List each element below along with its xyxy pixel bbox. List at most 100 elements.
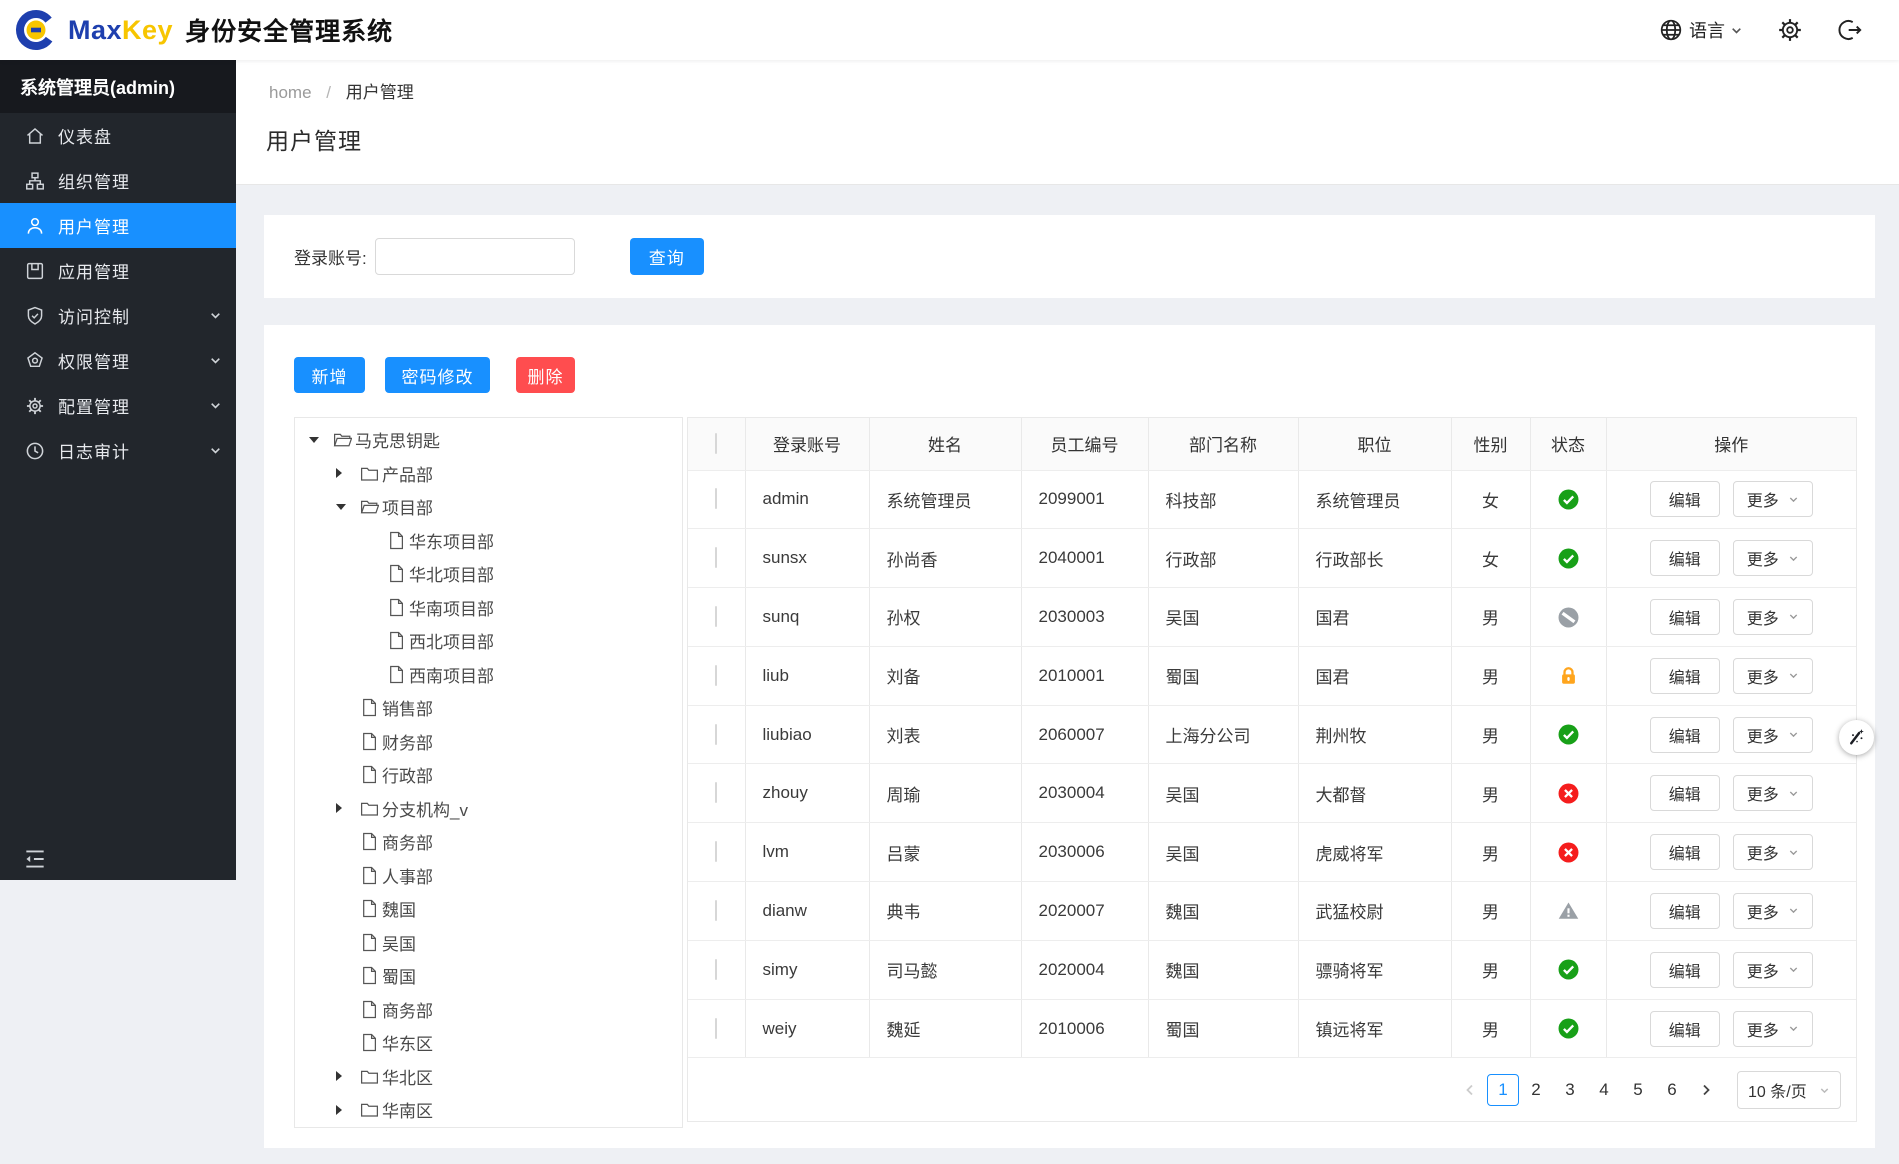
row-checkbox[interactable] bbox=[715, 1017, 718, 1039]
edit-button[interactable]: 编辑 bbox=[1649, 892, 1720, 929]
add-button[interactable]: 新增 bbox=[294, 357, 365, 393]
more-button[interactable]: 更多 bbox=[1732, 540, 1813, 577]
main-panel: 新增 密码修改 删除 马克思钥匙产品部 项目部华东项目部华北项目部 华南项目部 西北项… bbox=[264, 325, 1875, 1148]
tree-collapsed-arrow-icon[interactable] bbox=[336, 1071, 342, 1082]
magic-wand-button[interactable] bbox=[1839, 720, 1874, 755]
tree-item-label: 蜀国 bbox=[382, 968, 416, 988]
tree-item[interactable]: 西南项目部 bbox=[295, 658, 682, 692]
tree-item[interactable]: 商务部 bbox=[295, 825, 682, 859]
page-number-1[interactable]: 1 bbox=[1487, 1074, 1519, 1106]
sidebar-item-users[interactable]: 用户管理 bbox=[0, 203, 236, 248]
breadcrumb-home[interactable]: home bbox=[269, 83, 312, 102]
tree-item[interactable]: 西北项目部 bbox=[295, 624, 682, 658]
edit-button[interactable]: 编辑 bbox=[1649, 775, 1720, 812]
tree-item[interactable]: 产品部 bbox=[295, 457, 682, 491]
page-number-2[interactable]: 2 bbox=[1530, 1080, 1542, 1100]
tree-collapsed-arrow-icon[interactable] bbox=[336, 468, 342, 479]
file-icon bbox=[387, 631, 406, 650]
tree-item[interactable]: 华东项目部 bbox=[295, 524, 682, 558]
row-checkbox[interactable] bbox=[715, 664, 718, 686]
edit-button[interactable]: 编辑 bbox=[1649, 951, 1720, 988]
folder-icon bbox=[360, 1100, 379, 1119]
row-checkbox[interactable] bbox=[715, 782, 718, 804]
tree-expanded-arrow-icon[interactable] bbox=[309, 436, 319, 443]
edit-button[interactable]: 编辑 bbox=[1649, 598, 1720, 635]
sidebar-item-org[interactable]: 组织管理 bbox=[0, 158, 236, 203]
edit-button[interactable]: 编辑 bbox=[1649, 540, 1720, 577]
tree-collapsed-arrow-icon[interactable] bbox=[336, 1104, 342, 1115]
edit-button[interactable]: 编辑 bbox=[1649, 481, 1720, 518]
row-checkbox[interactable] bbox=[715, 958, 718, 980]
cell-dept: 吴国 bbox=[1148, 763, 1299, 824]
sidebar-item-access[interactable]: 访问控制 bbox=[0, 293, 236, 338]
tree-item[interactable]: 吴国 bbox=[295, 926, 682, 960]
sidebar-item-dashboard[interactable]: 仪表盘 bbox=[0, 113, 236, 158]
page-size-select[interactable]: 10 条/页 bbox=[1737, 1071, 1841, 1109]
tree-item[interactable]: 项目部 bbox=[295, 490, 682, 524]
tree-item[interactable]: 人事部 bbox=[295, 859, 682, 893]
table-row: liub 刘备 2010001 蜀国 国君男 编辑 更多 bbox=[688, 646, 1856, 706]
row-checkbox[interactable] bbox=[715, 723, 718, 745]
tree-item-label: 华东项目部 bbox=[409, 532, 494, 552]
chevron-down-icon bbox=[1788, 553, 1799, 564]
row-checkbox[interactable] bbox=[715, 841, 718, 863]
settings-gear-icon[interactable] bbox=[1777, 17, 1803, 43]
next-page-icon[interactable] bbox=[1699, 1083, 1713, 1097]
more-button[interactable]: 更多 bbox=[1732, 598, 1813, 635]
more-button[interactable]: 更多 bbox=[1732, 775, 1813, 812]
tree-item-label: 马克思钥匙 bbox=[355, 432, 440, 452]
edit-button[interactable]: 编辑 bbox=[1649, 1010, 1720, 1047]
select-all-checkbox[interactable] bbox=[715, 432, 718, 454]
prev-page-icon[interactable] bbox=[1463, 1083, 1477, 1097]
sidebar-item-label: 组织管理 bbox=[58, 173, 130, 192]
edit-button[interactable]: 编辑 bbox=[1649, 716, 1720, 753]
tree-collapsed-arrow-icon[interactable] bbox=[336, 803, 342, 814]
edit-button[interactable]: 编辑 bbox=[1649, 834, 1720, 871]
sidebar-collapse-icon[interactable] bbox=[22, 846, 48, 872]
language-menu[interactable]: 语言 bbox=[1658, 17, 1743, 43]
logout-icon[interactable] bbox=[1837, 17, 1863, 43]
globe-icon bbox=[1658, 17, 1684, 43]
tree-item[interactable]: 马克思钥匙 bbox=[295, 423, 682, 457]
sidebar-item-config[interactable]: 配置管理 bbox=[0, 383, 236, 428]
more-button[interactable]: 更多 bbox=[1732, 1010, 1813, 1047]
row-checkbox[interactable] bbox=[715, 605, 718, 627]
more-button[interactable]: 更多 bbox=[1732, 481, 1813, 518]
status-active-icon bbox=[1558, 548, 1579, 569]
tree-expanded-arrow-icon[interactable] bbox=[336, 503, 346, 510]
tree-item[interactable]: 蜀国 bbox=[295, 959, 682, 993]
page-number-4[interactable]: 4 bbox=[1598, 1080, 1610, 1100]
edit-button[interactable]: 编辑 bbox=[1649, 657, 1720, 694]
row-checkbox[interactable] bbox=[715, 899, 718, 921]
more-button[interactable]: 更多 bbox=[1732, 834, 1813, 871]
sidebar-item-audit[interactable]: 日志审计 bbox=[0, 428, 236, 473]
tree-item[interactable]: 财务部 bbox=[295, 725, 682, 759]
file-icon bbox=[360, 765, 379, 784]
sidebar-item-permissions[interactable]: 权限管理 bbox=[0, 338, 236, 383]
page-number-5[interactable]: 5 bbox=[1632, 1080, 1644, 1100]
tree-item[interactable]: 销售部 bbox=[295, 691, 682, 725]
tree-item[interactable]: 魏国 bbox=[295, 892, 682, 926]
query-button[interactable]: 查询 bbox=[629, 238, 704, 275]
cell-position: 系统管理员 bbox=[1298, 470, 1452, 530]
delete-button[interactable]: 删除 bbox=[516, 357, 575, 393]
tree-item[interactable]: 华南项目部 bbox=[295, 591, 682, 625]
more-button[interactable]: 更多 bbox=[1732, 951, 1813, 988]
page-number-6[interactable]: 6 bbox=[1666, 1080, 1678, 1100]
tree-item[interactable]: 华北区 bbox=[295, 1060, 682, 1094]
tree-item[interactable]: 华北项目部 bbox=[295, 557, 682, 591]
more-button[interactable]: 更多 bbox=[1732, 657, 1813, 694]
tree-item[interactable]: 商务部 bbox=[295, 993, 682, 1027]
more-button[interactable]: 更多 bbox=[1732, 892, 1813, 929]
tree-item[interactable]: 分支机构_v bbox=[295, 792, 682, 826]
login-account-input[interactable] bbox=[374, 238, 575, 275]
tree-item[interactable]: 华南区 bbox=[295, 1093, 682, 1127]
more-button[interactable]: 更多 bbox=[1732, 716, 1813, 753]
sidebar-item-apps[interactable]: 应用管理 bbox=[0, 248, 236, 293]
change-password-button[interactable]: 密码修改 bbox=[385, 357, 490, 393]
row-checkbox[interactable] bbox=[715, 488, 718, 510]
row-checkbox[interactable] bbox=[715, 547, 718, 569]
tree-item[interactable]: 行政部 bbox=[295, 758, 682, 792]
tree-item[interactable]: 华东区 bbox=[295, 1026, 682, 1060]
page-number-3[interactable]: 3 bbox=[1564, 1080, 1576, 1100]
